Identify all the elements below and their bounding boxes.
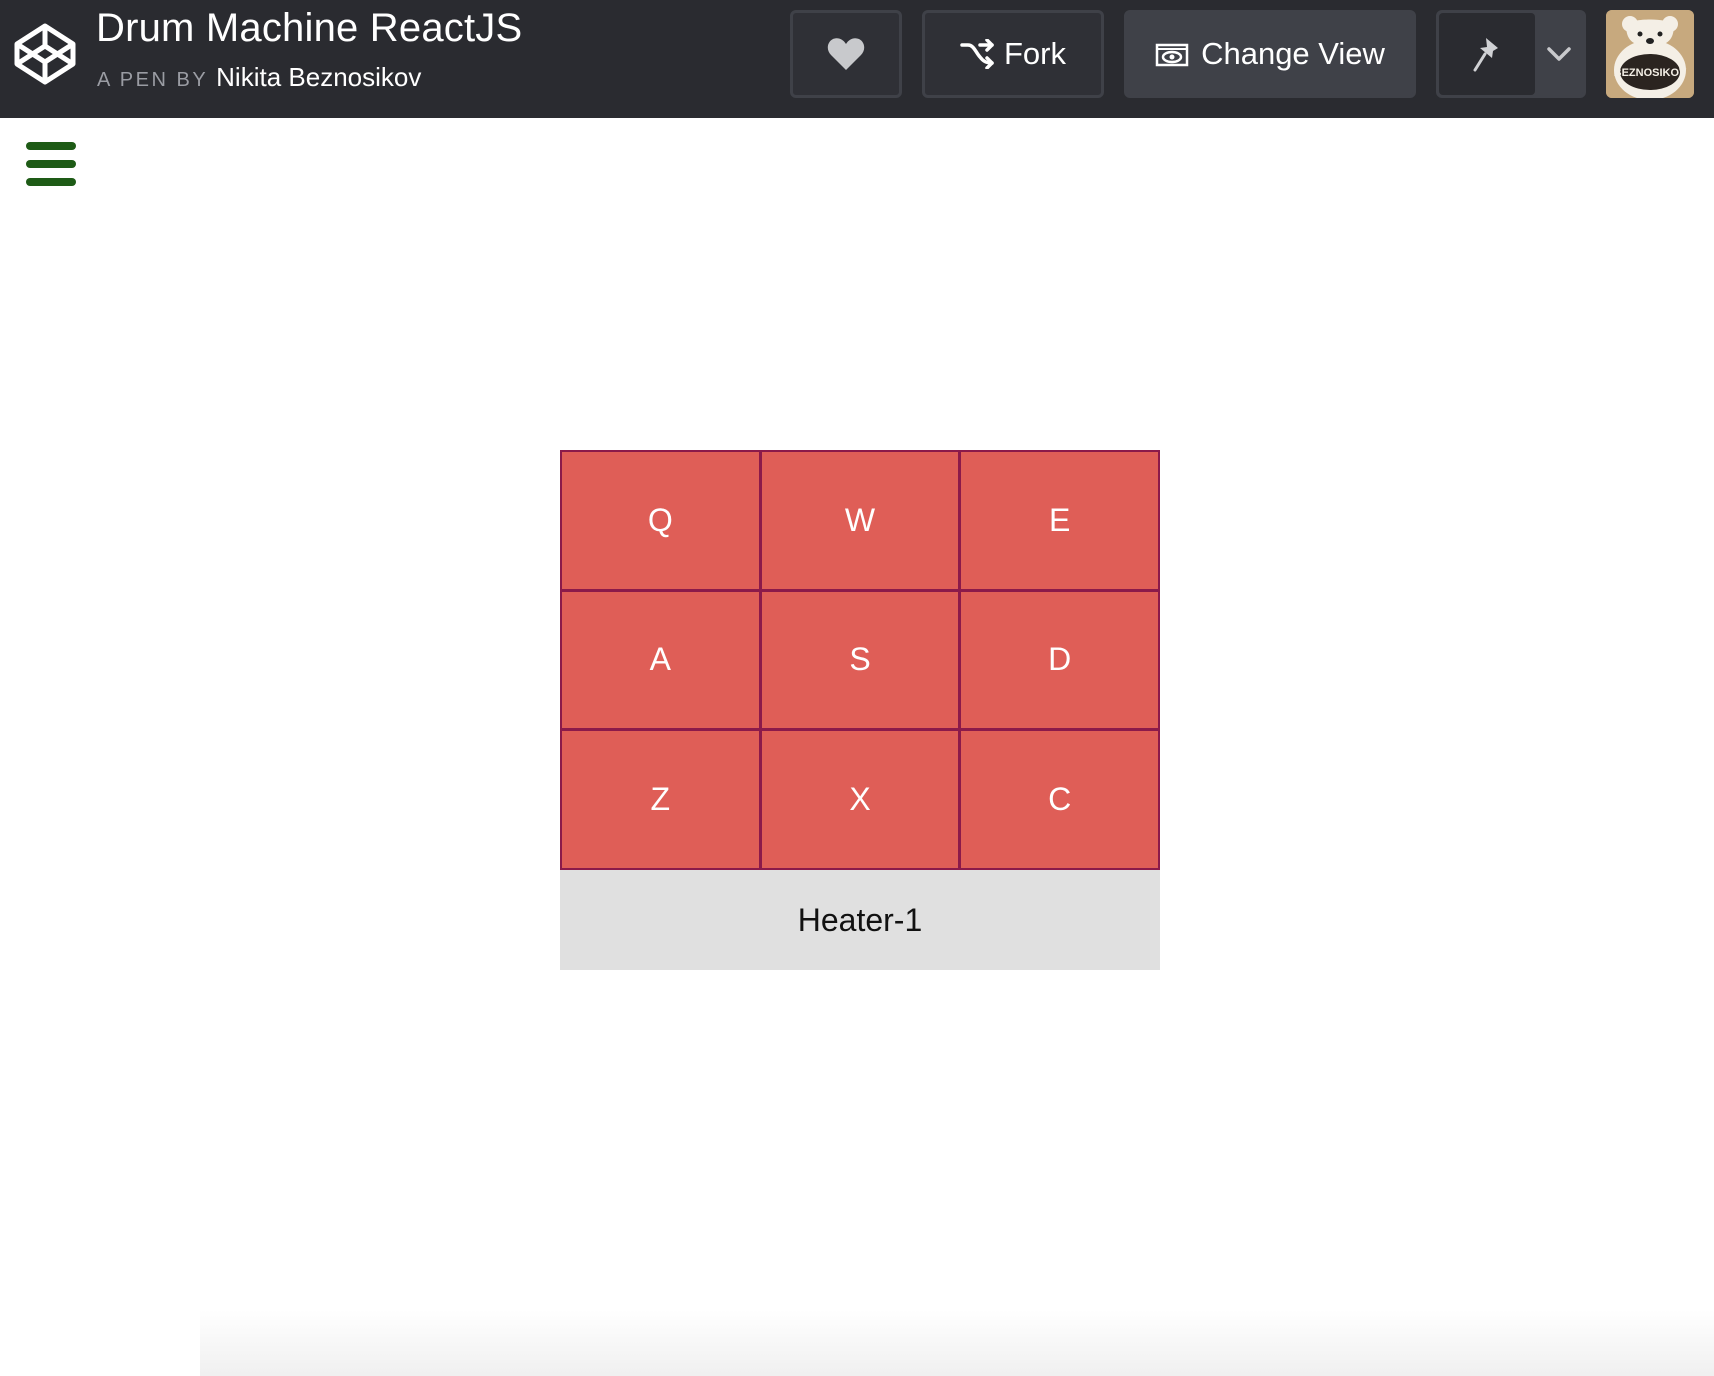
byline-prefix: A PEN BY	[97, 69, 209, 91]
drum-pad-q[interactable]: Q	[562, 452, 759, 589]
fork-label: Fork	[1004, 36, 1066, 71]
pen-byline: A PEN BY Nikita Beznosikov	[97, 62, 421, 93]
drum-pad-x[interactable]: X	[761, 731, 959, 868]
drum-pads: Q W E A S D Z X C	[560, 450, 1160, 870]
heart-icon	[827, 38, 865, 70]
fork-button[interactable]: Fork	[922, 10, 1104, 98]
sound-display: Heater-1	[560, 870, 1160, 970]
author-link[interactable]: Nikita Beznosikov	[216, 62, 421, 92]
hamburger-icon-bar	[26, 142, 76, 150]
pin-icon	[1473, 38, 1498, 72]
pin-button-group	[1436, 10, 1586, 98]
like-button[interactable]	[790, 10, 902, 98]
avatar-logo-text: BEZNOSIKOV	[1614, 67, 1687, 79]
menu-button[interactable]	[26, 142, 76, 186]
drum-pad-d[interactable]: D	[961, 591, 1158, 729]
pen-title: Drum Machine ReactJS	[96, 6, 523, 50]
pin-button[interactable]	[1439, 13, 1535, 95]
fork-icon	[960, 39, 994, 69]
drum-pad-s[interactable]: S	[761, 591, 959, 729]
drum-pad-c[interactable]: C	[961, 731, 1158, 868]
bottom-shadow	[200, 1310, 1714, 1376]
user-avatar[interactable]: BEZNOSIKOV	[1606, 10, 1694, 98]
pin-dropdown-button[interactable]	[1535, 13, 1583, 95]
drum-pad-e[interactable]: E	[961, 452, 1158, 589]
drum-pad-a[interactable]: A	[562, 591, 759, 729]
drum-pad-z[interactable]: Z	[562, 731, 759, 868]
hamburger-icon-bar	[26, 178, 76, 186]
chevron-down-icon	[1547, 47, 1571, 61]
change-view-label: Change View	[1201, 36, 1385, 71]
bear-avatar-icon: BEZNOSIKOV	[1606, 10, 1694, 98]
hamburger-icon-bar	[26, 160, 76, 168]
change-view-button[interactable]: Change View	[1124, 10, 1416, 98]
eye-icon	[1155, 43, 1189, 67]
codepen-header: Drum Machine ReactJS A PEN BY Nikita Bezn…	[0, 0, 1714, 118]
drum-pad-w[interactable]: W	[761, 452, 959, 589]
codepen-logo-icon[interactable]	[13, 22, 77, 86]
